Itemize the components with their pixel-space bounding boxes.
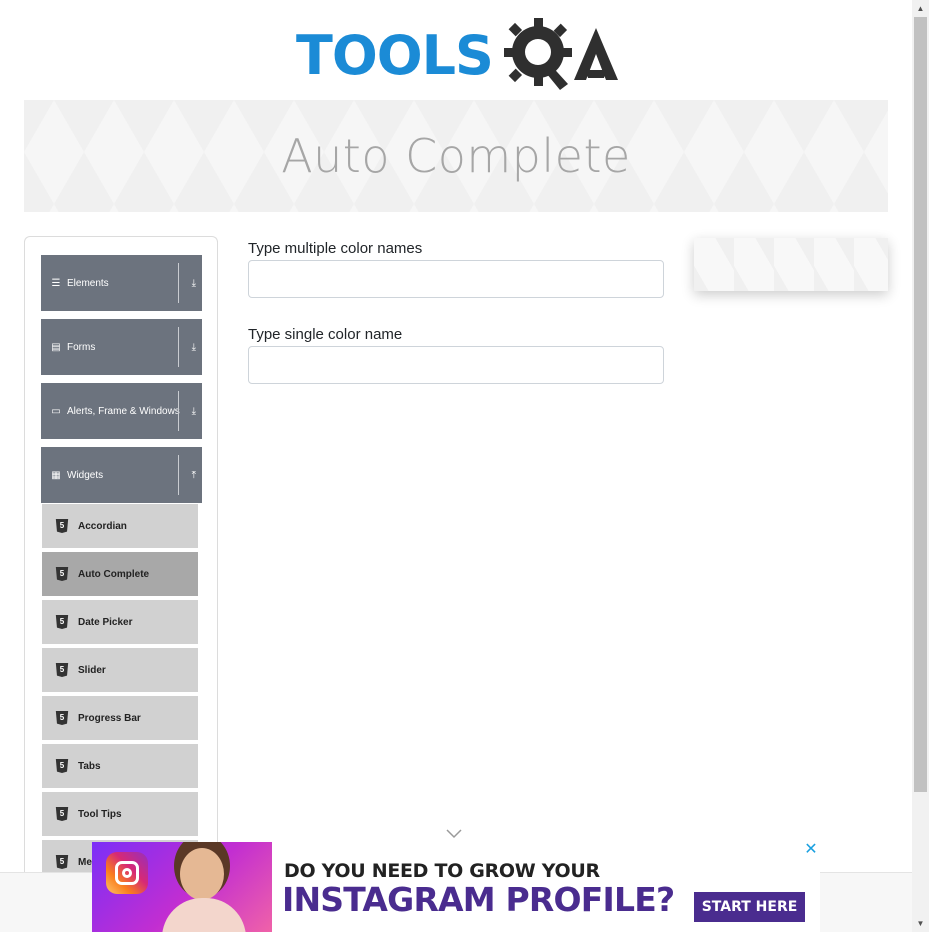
sidebar-item-label: Progress Bar xyxy=(78,712,141,724)
page: TOOLS Auto Complete ☰ Elements ⤓ ▤ Forms… xyxy=(0,0,929,932)
ad-start-here-button[interactable]: START HERE xyxy=(694,892,805,922)
sidebar-item-label: Slider xyxy=(78,664,106,676)
sidebar-group-label: Alerts, Frame & Windows xyxy=(67,405,180,417)
sidebar-item-tabs[interactable]: 5 Tabs xyxy=(42,744,198,790)
sidebar: ☰ Elements ⤓ ▤ Forms ⤓ ▭ Alerts, Frame &… xyxy=(24,236,218,932)
document-icon: ▤ xyxy=(51,341,61,353)
divider xyxy=(178,263,179,303)
ad-headline: DO YOU NEED TO GROW YOUR xyxy=(284,860,600,882)
instagram-icon xyxy=(106,852,148,894)
multiple-color-input[interactable] xyxy=(248,260,664,298)
sidebar-group-widgets[interactable]: ▦ Widgets ⤒ xyxy=(41,447,202,503)
bottom-ad-banner[interactable]: DO YOU NEED TO GROW YOUR INSTAGRAM PROFI… xyxy=(92,842,820,932)
sidebar-group-elements[interactable]: ☰ Elements ⤓ xyxy=(41,255,202,311)
side-ad-placeholder xyxy=(694,238,888,291)
close-icon[interactable]: ✕ xyxy=(803,842,819,858)
html5-icon: 5 xyxy=(55,855,69,869)
sidebar-item-label: Tool Tips xyxy=(78,808,122,820)
ad-photo xyxy=(92,842,272,932)
html5-icon: 5 xyxy=(55,711,69,725)
html5-icon: 5 xyxy=(55,807,69,821)
sidebar-item-label: Auto Complete xyxy=(78,568,150,580)
divider xyxy=(178,327,179,367)
toolsqa-logo[interactable]: TOOLS xyxy=(296,14,626,92)
scrollbar-thumb[interactable] xyxy=(914,17,927,792)
sidebar-group-label: Elements xyxy=(67,277,109,289)
sidebar-group-label: Widgets xyxy=(67,469,104,481)
sidebar-item-label: Tabs xyxy=(78,760,101,772)
sidebar-group-forms[interactable]: ▤ Forms ⤓ xyxy=(41,319,202,375)
sidebar-item-date-picker[interactable]: 5 Date Picker xyxy=(42,600,198,646)
grid-icon: ▦ xyxy=(51,469,61,481)
sidebar-item-accordian[interactable]: 5 Accordian xyxy=(42,504,198,550)
page-title: Auto Complete xyxy=(281,129,631,183)
scroll-down-arrow-icon[interactable]: ▼ xyxy=(912,915,929,932)
single-color-input[interactable] xyxy=(248,346,664,384)
sidebar-item-auto-complete[interactable]: 5 Auto Complete xyxy=(42,552,198,598)
multiple-color-label: Type multiple color names xyxy=(248,240,423,257)
html5-icon: 5 xyxy=(55,519,69,533)
ad-subheadline: INSTAGRAM PROFILE? xyxy=(282,880,675,919)
download-arrow-icon: ⤓ xyxy=(191,341,196,353)
upload-arrow-icon: ⤒ xyxy=(191,469,196,481)
sidebar-item-slider[interactable]: 5 Slider xyxy=(42,648,198,694)
download-arrow-icon: ⤓ xyxy=(191,405,196,417)
sidebar-group-alerts[interactable]: ▭ Alerts, Frame & Windows ⤓ xyxy=(41,383,202,439)
ad-person-head xyxy=(180,848,224,900)
page-header-banner: Auto Complete xyxy=(24,100,888,212)
html5-icon: 5 xyxy=(55,615,69,629)
scrollbar[interactable]: ▲ ▼ xyxy=(912,0,929,932)
html5-icon: 5 xyxy=(55,759,69,773)
divider xyxy=(178,455,179,495)
sidebar-item-label: Date Picker xyxy=(78,616,133,628)
menu-icon: ☰ xyxy=(51,277,61,289)
html5-icon: 5 xyxy=(55,567,69,581)
html5-icon: 5 xyxy=(55,663,69,677)
sidebar-item-tool-tips[interactable]: 5 Tool Tips xyxy=(42,792,198,838)
window-icon: ▭ xyxy=(51,405,61,417)
logo-text: TOOLS xyxy=(296,24,494,87)
download-arrow-icon: ⤓ xyxy=(191,277,196,289)
gear-q-icon xyxy=(504,18,572,90)
logo-a-glyph xyxy=(574,28,618,80)
single-color-label: Type single color name xyxy=(248,326,403,343)
divider xyxy=(178,391,179,431)
sidebar-item-progress-bar[interactable]: 5 Progress Bar xyxy=(42,696,198,742)
ad-person-body xyxy=(162,898,246,932)
sidebar-group-label: Forms xyxy=(67,341,96,353)
chevron-down-icon[interactable] xyxy=(446,826,462,842)
scroll-up-arrow-icon[interactable]: ▲ xyxy=(912,0,929,17)
sidebar-item-label: Accordian xyxy=(78,520,127,532)
